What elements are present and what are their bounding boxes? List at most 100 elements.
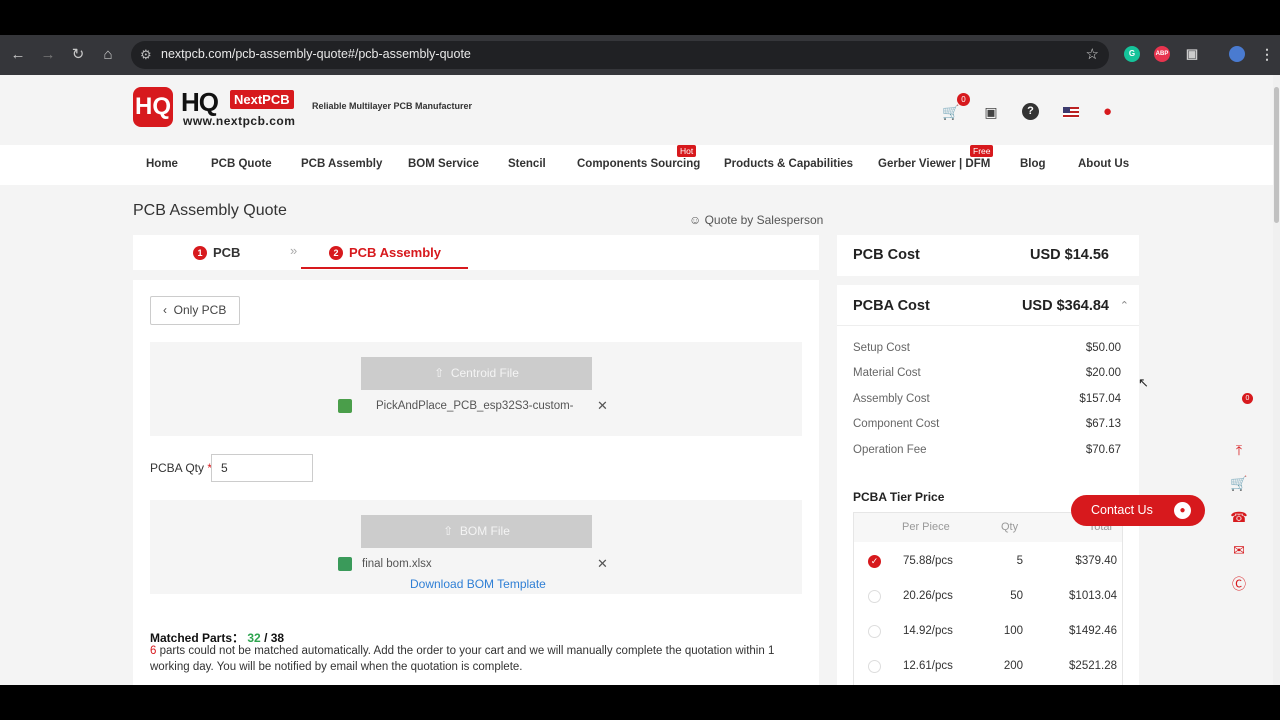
email-icon[interactable]: ✉ [1230,541,1248,559]
nav-products-capabilities[interactable]: Products & Capabilities [724,158,853,170]
quote-by-salesperson-label: Quote by Salesperson [704,213,824,227]
only-pcb-label: Only PCB [173,303,227,317]
pcba-cost-label: PCBA Cost [853,298,930,314]
step-number: 1 [193,246,207,260]
nav-blog[interactable]: Blog [1020,158,1046,170]
tier-radio[interactable] [868,590,881,603]
assembly-form: ‹ Only PCB ⇧ Centroid File PickAndPlace_… [133,280,819,685]
upload-icon: ⇧ [434,366,451,380]
qty-label-text: PCBA Qty [150,461,205,475]
bom-file-button[interactable]: ⇧ BOM File [361,515,592,548]
centroid-file-button[interactable]: ⇧ Centroid File [361,357,592,390]
step-label: PCB [213,245,241,260]
unmatched-notice-text: parts could not be matched automatically… [150,645,775,673]
matched-separator: / [260,631,271,645]
profile-avatar-icon[interactable] [1229,46,1245,62]
contact-us-label: Contact Us [1091,503,1153,517]
excel-file-icon [338,557,352,571]
step-pcb[interactable]: 1 PCB [193,245,240,260]
assembly-cost-value: $157.04 [1079,393,1121,405]
tier-price-title: PCBA Tier Price [853,490,945,504]
tier-radio[interactable] [868,625,881,638]
page-scrollbar[interactable] [1273,75,1280,685]
pcba-qty-input[interactable]: 5 [211,454,313,482]
nav-pcb-assembly[interactable]: PCB Assembly [301,158,382,170]
hot-badge: Hot [677,145,697,157]
url-text[interactable]: nextpcb.com/pcb-assembly-quote#/pcb-asse… [161,47,471,61]
grammarly-extension-icon[interactable]: G [1124,46,1140,62]
tier-per-piece: 12.61/pcs [903,660,953,672]
upload-icon: ⇧ [443,524,460,538]
tier-total: $1013.04 [1069,590,1117,602]
bom-upload-area: ⇧ BOM File final bom.xlsx ✕ Download BOM… [150,500,802,594]
tier-radio[interactable] [868,660,881,673]
nav-pcb-quote[interactable]: PCB Quote [211,158,272,170]
nav-gerber-viewer[interactable]: Gerber Viewer | DFM [878,158,990,170]
extensions-puzzle-icon[interactable]: ▣ [1184,46,1200,62]
nav-bom-service[interactable]: BOM Service [408,158,479,170]
browser-toolbar: ← → ↻ ⌂ ⚙ nextpcb.com/pcb-assembly-quote… [0,35,1280,75]
total-parts: 38 [270,631,285,645]
us-flag-icon[interactable] [1063,107,1079,118]
free-badge: Free [970,145,994,157]
support-icon[interactable]: ☎ [1230,508,1248,526]
tier-total: $1492.46 [1069,625,1117,637]
address-bar[interactable]: ⚙ nextpcb.com/pcb-assembly-quote#/pcb-as… [131,41,1109,69]
bookmark-star-icon[interactable]: ☆ [1086,45,1099,63]
reload-icon[interactable]: ↻ [67,44,89,66]
browser-menu-icon[interactable]: ⋮ [1259,46,1275,62]
tier-radio-selected[interactable]: ✓ [868,555,881,568]
only-pcb-button[interactable]: ‹ Only PCB [150,296,240,325]
chat-icon[interactable]: ▣ [981,102,1001,122]
nav-stencil[interactable]: Stencil [508,158,546,170]
bom-file-name: final bom.xlsx [362,558,432,570]
cart-icon[interactable]: 🛒 [941,102,961,122]
tier-per-piece: 14.92/pcs [903,625,953,637]
chevron-up-icon[interactable]: ⌃ [1120,299,1129,312]
pcb-cost-label: PCB Cost [853,247,920,263]
page-title: PCB Assembly Quote [133,202,287,219]
nav-about-us[interactable]: About Us [1078,158,1129,170]
home-icon[interactable]: ⌂ [97,44,119,66]
logo-www: www.nextpcb.com [183,114,296,128]
matched-count: 32 [247,631,261,645]
quote-by-salesperson-link[interactable]: ☺ Quote by Salesperson [689,213,823,227]
remove-centroid-icon[interactable]: ✕ [597,398,608,414]
logo-brand: NextPCB [230,90,294,109]
adblock-extension-icon[interactable]: ABP [1154,46,1170,62]
chevron-left-icon: ‹ [163,303,174,317]
setup-cost-value: $50.00 [1085,342,1121,354]
material-cost-label: Material Cost [853,367,921,379]
unmatched-notice: 6 parts could not be matched automatical… [150,644,810,675]
centroid-upload-area: ⇧ Centroid File PickAndPlace_PCB_esp32S3… [150,342,802,436]
operation-fee-label: Operation Fee [853,444,927,456]
site-info-icon[interactable]: ⚙ [140,47,152,63]
floating-cart-icon[interactable]: 🛒 [1230,474,1248,492]
step-pcb-assembly[interactable]: 2 PCB Assembly [329,245,441,260]
tier-per-piece: 20.26/pcs [903,590,953,602]
person-icon: ☺ [689,213,705,227]
divider [837,325,1139,326]
nav-components-sourcing[interactable]: Components Sourcing [577,158,700,170]
nav-home[interactable]: Home [146,158,178,170]
bom-file-label: BOM File [459,524,510,538]
tier-total: $379.40 [1075,555,1117,567]
forward-icon[interactable]: → [37,44,59,66]
download-bom-template-link[interactable]: Download BOM Template [410,577,546,591]
matched-parts-label: Matched Parts： [150,631,245,645]
site-header: HQ HQ NextPCB www.nextpcb.com Reliable M… [0,75,1273,145]
remove-bom-icon[interactable]: ✕ [597,556,608,572]
scrollbar-thumb[interactable] [1274,87,1279,223]
material-cost-value: $20.00 [1085,367,1121,379]
user-icon[interactable]: ● [1103,103,1112,120]
back-icon[interactable]: ← [7,44,29,66]
tier-price-table: Per Piece Qty Total ✓ 75.88/pcs 5 $379.4… [853,512,1123,685]
contact-us-button[interactable]: Contact Us ● [1071,495,1205,526]
back-to-top-icon[interactable]: ⤒ [1230,441,1248,459]
pcba-qty-label: PCBA Qty * [150,461,212,475]
skype-icon[interactable]: Ⓒ [1230,575,1248,593]
headset-icon: ● [1174,502,1191,519]
tier-total: $2521.28 [1069,660,1117,672]
help-icon[interactable]: ? [1022,103,1039,120]
pcba-cost-value: USD $364.84 [1021,298,1109,314]
